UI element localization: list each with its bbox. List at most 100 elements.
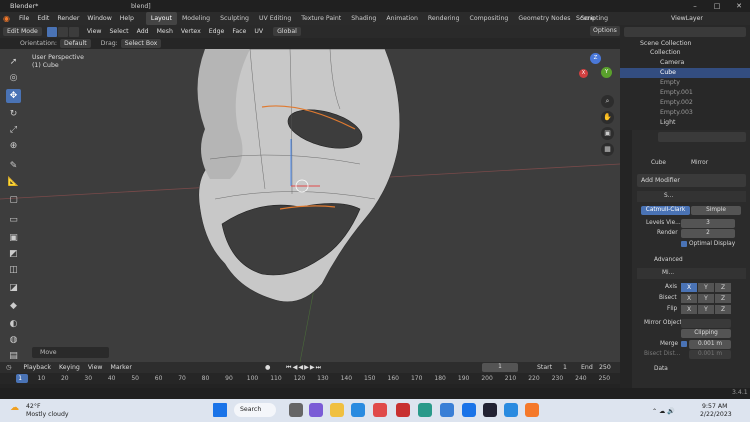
subsurf-header[interactable] — [637, 191, 746, 202]
weather-icon[interactable]: ☁ — [10, 403, 19, 413]
timeline-editor-icon[interactable]: ◷ — [6, 364, 11, 371]
data-panel[interactable]: Data — [654, 365, 668, 374]
tab-sculpting[interactable]: Sculpting — [215, 12, 254, 25]
menu-face[interactable]: Face — [228, 25, 250, 38]
tab-uv-editing[interactable]: UV Editing — [254, 12, 296, 25]
vertex-select-icon[interactable] — [46, 26, 57, 37]
file-explorer-icon[interactable] — [330, 403, 344, 417]
simple-button[interactable]: Simple — [691, 206, 741, 215]
outliner-item[interactable]: Camera — [620, 58, 750, 68]
app-icon[interactable] — [440, 403, 454, 417]
gizmo-y-axis[interactable]: Y — [601, 67, 612, 78]
properties-search[interactable] — [658, 132, 746, 142]
menu-file[interactable]: File — [15, 12, 33, 25]
tab-geometry-nodes[interactable]: Geometry Nodes — [513, 12, 575, 25]
outliner-search[interactable] — [624, 27, 746, 37]
system-tray-icons[interactable]: ⌃ ☁ 🔊 — [652, 407, 675, 415]
outliner-item[interactable]: Empty.002 — [620, 98, 750, 108]
menu-window[interactable]: Window — [83, 12, 115, 25]
mode-selector[interactable]: Edit Mode — [3, 27, 42, 36]
start-windows-icon[interactable] — [213, 403, 227, 417]
taskbar-search[interactable]: Search — [234, 403, 276, 417]
zoom-icon[interactable]: ⌕ — [601, 95, 614, 108]
browser-icon[interactable] — [504, 403, 518, 417]
menu-edit[interactable]: Edit — [33, 12, 53, 25]
last-operator-panel[interactable]: Move — [32, 347, 109, 358]
pan-hand-icon[interactable]: ✋ — [601, 111, 614, 124]
add-modifier-button[interactable]: Add Modifier — [637, 174, 746, 187]
measure-icon[interactable]: 📐 — [6, 175, 21, 189]
chrome-icon[interactable] — [373, 403, 387, 417]
menu-add[interactable]: Add — [133, 25, 153, 38]
catmull-clark-button[interactable]: Catmull-Clark — [641, 206, 690, 215]
edge-select-icon[interactable] — [57, 26, 68, 37]
perspective-grid-icon[interactable]: ▦ — [601, 143, 614, 156]
outliner-item[interactable]: Empty — [620, 78, 750, 88]
extrude-icon[interactable]: ▭ — [6, 213, 21, 227]
scale-icon[interactable]: ⤢ — [6, 123, 21, 137]
transform-icon[interactable]: ⊕ — [6, 139, 21, 153]
mirror-object-field[interactable] — [681, 319, 731, 328]
move-icon[interactable]: ✥ — [6, 89, 21, 103]
flip-y-toggle[interactable]: Y — [698, 305, 714, 314]
menu-uv[interactable]: UV — [250, 25, 267, 38]
edge-icon[interactable] — [418, 403, 432, 417]
view-layer-selector[interactable]: ViewLayer — [671, 12, 703, 25]
select-cursor-icon[interactable]: ➚ — [6, 55, 21, 69]
menu-render[interactable]: Render — [53, 12, 83, 25]
camera-view-icon[interactable]: ▣ — [601, 127, 614, 140]
tab-compositing[interactable]: Compositing — [465, 12, 514, 25]
menu-select[interactable]: Select — [106, 25, 133, 38]
clipping-toggle[interactable]: Clipping — [681, 329, 731, 338]
outliner-item[interactable]: Empty.003 — [620, 108, 750, 118]
advanced-panel[interactable]: Advanced — [654, 256, 683, 265]
tab-texture-paint[interactable]: Texture Paint — [296, 12, 346, 25]
axis-x-toggle[interactable]: X — [681, 283, 697, 292]
store-icon[interactable] — [351, 403, 365, 417]
scene-selector[interactable]: Scene — [576, 12, 595, 25]
app-m-icon[interactable] — [396, 403, 410, 417]
mirror-name[interactable]: Mi... — [662, 269, 674, 278]
outliner-item[interactable]: Light — [620, 118, 750, 128]
rotate-icon[interactable]: ↻ — [6, 107, 21, 121]
bisect-y-toggle[interactable]: Y — [698, 294, 714, 303]
tab-shading[interactable]: Shading — [346, 12, 381, 25]
3d-viewport[interactable]: User Perspective (1) Cube Move Z Y X ⌕ ✋… — [0, 49, 620, 362]
tab-layout[interactable]: Layout — [145, 12, 177, 25]
menu-mesh[interactable]: Mesh — [153, 25, 177, 38]
annotate-icon[interactable]: ✎ — [6, 159, 21, 173]
gizmo-x-axis[interactable]: X — [579, 69, 588, 78]
bisect-distance-field[interactable]: 0.001 m — [689, 350, 731, 359]
transform-orientation[interactable]: Global — [273, 27, 301, 36]
outliner-item[interactable]: Empty.001 — [620, 88, 750, 98]
tab-modeling[interactable]: Modeling — [177, 12, 215, 25]
maximize-button[interactable]: □ — [706, 0, 728, 12]
blender-taskbar-icon[interactable] — [525, 403, 539, 417]
current-frame-field[interactable]: 1 — [482, 363, 518, 372]
tab-animation[interactable]: Animation — [381, 12, 423, 25]
properties-tabs[interactable] — [620, 130, 632, 388]
bisect-x-toggle[interactable]: X — [681, 294, 697, 303]
mirror-header[interactable] — [637, 268, 746, 279]
merge-checkbox[interactable] — [681, 341, 687, 347]
add-cube-icon[interactable]: ▢ — [6, 193, 21, 207]
outliner-item-selected[interactable]: Cube — [620, 68, 750, 78]
task-view-icon[interactable] — [289, 403, 303, 417]
steam-icon[interactable] — [483, 403, 497, 417]
timeline-ruler[interactable]: 1 10 20 30 40 50 60 70 80 90 100 110 120 130 140 150 160… — [0, 373, 620, 384]
optimal-display-checkbox[interactable] — [681, 241, 687, 247]
flip-z-toggle[interactable]: Z — [715, 305, 731, 314]
flip-x-toggle[interactable]: X — [681, 305, 697, 314]
menu-help[interactable]: Help — [116, 12, 138, 25]
teams-icon[interactable] — [309, 403, 323, 417]
cursor-3d-icon[interactable]: ◎ — [6, 71, 21, 85]
blender-logo-icon[interactable]: ◉ — [3, 14, 15, 23]
bisect-z-toggle[interactable]: Z — [715, 294, 731, 303]
options-button[interactable]: Options — [590, 26, 620, 36]
knife-icon[interactable]: ◪ — [6, 281, 21, 295]
menu-view[interactable]: View — [83, 25, 106, 38]
start-frame[interactable]: 1 — [563, 362, 567, 373]
subsurf-name[interactable]: S... — [664, 192, 673, 201]
spin-icon[interactable]: ◐ — [6, 317, 21, 331]
axis-y-toggle[interactable]: Y — [698, 283, 714, 292]
